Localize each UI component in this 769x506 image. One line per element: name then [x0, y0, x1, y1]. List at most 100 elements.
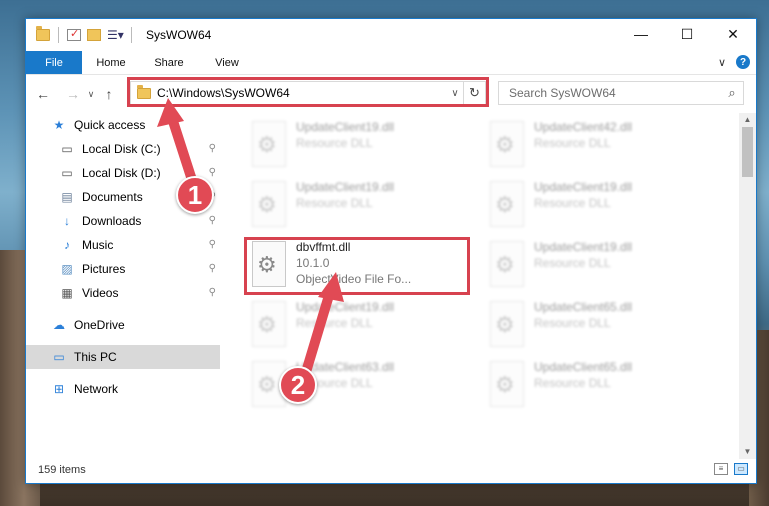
sidebar-item-label: Pictures: [82, 262, 126, 276]
dll-file-icon: [252, 301, 286, 347]
sidebar-item-network[interactable]: ⊞ Network: [26, 377, 220, 401]
tab-view[interactable]: View: [198, 51, 256, 74]
file-item[interactable]: UpdateClient42.dll Resource DLL: [482, 117, 712, 173]
large-icons-view-icon[interactable]: ▭: [734, 463, 748, 475]
address-highlight-box: [127, 77, 489, 107]
navigation-pane: ★ Quick access ▭ Local Disk (C:) ⚲ ▭ Loc…: [26, 113, 220, 453]
vertical-scrollbar[interactable]: ▲ ▼: [739, 113, 756, 459]
file-item[interactable]: UpdateClient65.dll Resource DLL: [482, 297, 712, 353]
documents-icon: ▤: [61, 190, 73, 204]
dll-file-icon: [252, 121, 286, 167]
sidebar-item-label: Local Disk (D:): [82, 166, 161, 180]
quick-access-toolbar: ☰▾ SysWOW64: [26, 26, 212, 43]
dll-file-icon: [252, 181, 286, 227]
sidebar-item-label: Network: [74, 382, 119, 396]
file-item[interactable]: UpdateClient19.dll Resource DLL: [482, 237, 712, 293]
computer-icon: ▭: [53, 350, 65, 364]
sidebar-item-label: Music: [82, 238, 114, 252]
sidebar-item-videos[interactable]: ▦ Videos ⚲: [26, 281, 220, 305]
sidebar-item-label: Documents: [82, 190, 143, 204]
file-item[interactable]: UpdateClient19.dll Resource DLL: [244, 117, 474, 173]
sidebar-item-local-disk-c[interactable]: ▭ Local Disk (C:) ⚲: [26, 137, 220, 161]
minimize-button[interactable]: —: [618, 19, 664, 49]
sidebar-item-label: This PC: [74, 350, 117, 364]
file-name: UpdateClient19.dll: [296, 300, 395, 314]
search-icon[interactable]: ⌕: [721, 85, 743, 101]
file-description: Resource DLL: [534, 256, 611, 270]
pin-icon[interactable]: ⚲: [209, 239, 216, 250]
ribbon-controls: ∨ ?: [718, 55, 750, 69]
tab-home[interactable]: Home: [82, 51, 140, 74]
sidebar-item-label: Videos: [82, 286, 119, 300]
new-folder-icon[interactable]: [87, 29, 101, 41]
file-item[interactable]: UpdateClient19.dll Resource DLL: [244, 177, 474, 233]
pin-icon[interactable]: ⚲: [209, 215, 216, 226]
properties-icon[interactable]: [67, 27, 81, 41]
help-icon[interactable]: ?: [736, 55, 750, 69]
dll-file-icon: [490, 121, 524, 167]
file-item[interactable]: UpdateClient19.dll Resource DLL: [482, 177, 712, 233]
pin-icon[interactable]: ⚲: [209, 263, 216, 274]
drive-icon: ▭: [61, 142, 73, 156]
file-description: Resource DLL: [534, 136, 611, 150]
sidebar-item-label: Downloads: [82, 214, 142, 228]
forward-button[interactable]: →: [62, 86, 84, 102]
file-name: UpdateClient19.dll: [534, 180, 633, 194]
pictures-icon: ▨: [61, 262, 73, 276]
scrollbar-thumb[interactable]: [742, 127, 753, 177]
dll-file-icon: [490, 301, 524, 347]
sidebar-item-pictures[interactable]: ▨ Pictures ⚲: [26, 257, 220, 281]
pin-icon[interactable]: ⚲: [209, 167, 216, 178]
callout-badge-2: 2: [279, 366, 317, 404]
sidebar-item-onedrive[interactable]: ☁ OneDrive: [26, 313, 220, 337]
sidebar-item-quick-access[interactable]: ★ Quick access: [26, 113, 220, 137]
search-input[interactable]: Search SysWOW64: [509, 86, 721, 100]
item-count: 159 items: [38, 464, 86, 476]
file-highlight-box: [244, 237, 470, 295]
window-title: SysWOW64: [146, 28, 212, 42]
file-name: UpdateClient65.dll: [534, 360, 633, 374]
file-name: UpdateClient65.dll: [534, 300, 633, 314]
close-button[interactable]: ✕: [710, 19, 756, 49]
scroll-up-icon[interactable]: ▲: [739, 113, 756, 127]
file-name: UpdateClient19.dll: [534, 240, 633, 254]
file-description: Resource DLL: [534, 376, 611, 390]
file-description: Resource DLL: [296, 136, 373, 150]
tab-share[interactable]: Share: [140, 51, 198, 74]
file-name: UpdateClient19.dll: [296, 180, 395, 194]
tab-file[interactable]: File: [26, 51, 82, 74]
drive-icon: ▭: [61, 166, 73, 180]
caption-buttons: — ☐ ✕: [618, 19, 756, 49]
file-item[interactable]: UpdateClient19.dll Resource DLL: [244, 297, 474, 353]
pin-icon[interactable]: ⚲: [209, 143, 216, 154]
toolbar-divider: [58, 27, 59, 43]
folder-icon: [36, 26, 50, 41]
file-name: UpdateClient42.dll: [534, 120, 633, 134]
details-view-icon[interactable]: ≡: [714, 463, 728, 475]
file-name: UpdateClient19.dll: [296, 120, 395, 134]
pin-icon[interactable]: ⚲: [209, 287, 216, 298]
sidebar-item-label: Quick access: [74, 118, 146, 132]
sidebar-item-music[interactable]: ♪ Music ⚲: [26, 233, 220, 257]
recent-locations-button[interactable]: ∨: [84, 89, 98, 100]
sidebar-item-label: OneDrive: [74, 318, 125, 332]
file-description: Resource DLL: [534, 196, 611, 210]
file-item[interactable]: UpdateClient65.dll Resource DLL: [482, 357, 712, 413]
search-box[interactable]: Search SysWOW64 ⌕: [498, 81, 744, 105]
downloads-icon: ↓: [64, 214, 70, 228]
maximize-button[interactable]: ☐: [664, 19, 710, 49]
ribbon-tabs: File Home Share View ∨ ?: [26, 51, 756, 75]
back-button[interactable]: ←: [32, 86, 54, 102]
sidebar-item-this-pc[interactable]: ▭ This PC: [26, 345, 220, 369]
dll-file-icon: [490, 241, 524, 287]
cloud-icon: ☁: [53, 318, 65, 332]
music-icon: ♪: [64, 238, 70, 252]
customize-toolbar-icon[interactable]: ☰▾: [107, 29, 124, 41]
expand-ribbon-icon[interactable]: ∨: [718, 56, 726, 69]
up-button[interactable]: ↑: [98, 86, 120, 102]
videos-icon: ▦: [61, 286, 73, 300]
star-icon: ★: [53, 118, 65, 132]
